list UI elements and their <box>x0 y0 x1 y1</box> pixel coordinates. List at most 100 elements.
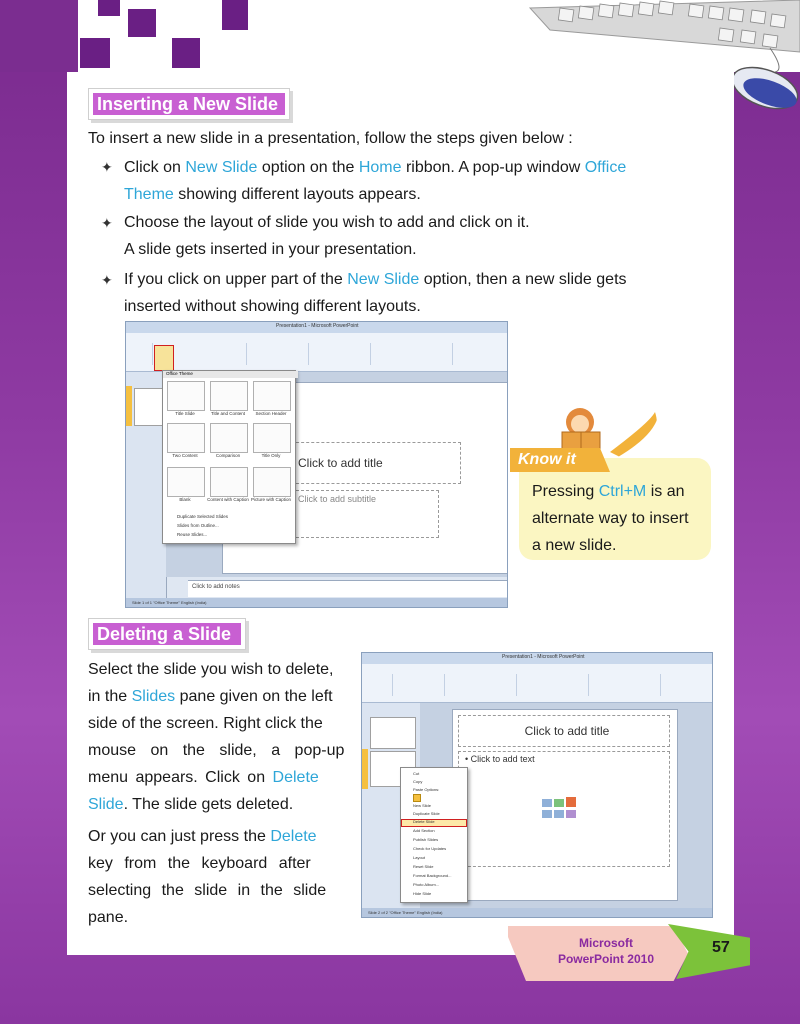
layout-label: Blank <box>179 497 191 502</box>
ctx-paste-options: Paste Options: <box>413 787 440 792</box>
layout-label: Comparison <box>215 453 241 458</box>
delete-para1-l6: Slide. The slide gets deleted. <box>88 796 294 813</box>
layout-label: Content with Caption <box>207 497 249 502</box>
layout-picture-caption[interactable] <box>253 467 291 497</box>
ctx-delete-slide[interactable]: Delete Slide <box>413 819 435 824</box>
layout-section-header[interactable] <box>253 381 291 411</box>
bullet3-line1: If you click on upper part of the New Sl… <box>124 271 627 288</box>
delete-para2-l3: selecting the slide in the slide <box>88 882 327 899</box>
decor-square <box>172 38 200 68</box>
ctx-reset-slide[interactable]: Reset Slide <box>413 864 433 869</box>
layout-label: Title Only <box>261 453 281 458</box>
layout-title-only[interactable] <box>253 423 291 453</box>
font-group <box>248 343 309 365</box>
ctx-duplicate-slide[interactable]: Duplicate Slide <box>413 811 440 816</box>
title-placeholder[interactable]: Click to add title <box>291 442 461 484</box>
decor-square <box>222 0 248 30</box>
section-heading-text: Deleting a Slide <box>93 623 241 645</box>
page-number: 57 <box>712 939 730 956</box>
footer-line2: PowerPoint 2010 <box>557 952 655 966</box>
delete-para1-l2: in the Slides pane given on the left <box>88 688 333 705</box>
delete-para2-l1: Or you can just press the Delete <box>88 828 317 845</box>
menu-item-outline[interactable]: Slides from Outline... <box>177 523 219 528</box>
bullet1-line1: Click on New Slide option on the Home ri… <box>124 159 627 176</box>
ctx-check-updates[interactable]: Check for Updates <box>413 846 446 851</box>
layout-blank[interactable] <box>167 467 205 497</box>
ctx-layout[interactable]: Layout <box>413 855 425 860</box>
layout-label: Two Content <box>172 453 198 458</box>
layout-content-caption[interactable] <box>210 467 248 497</box>
office-theme-popup: Office Theme Title Slide Title and Conte… <box>162 370 298 544</box>
header-purple-block <box>0 0 78 72</box>
status-bar: Slide 1 of 1 "Office Theme" English (Ind… <box>126 598 507 607</box>
slides-pane <box>126 372 167 598</box>
layout-two-content[interactable] <box>167 423 205 453</box>
ribbon <box>362 664 712 703</box>
decor-square <box>128 9 156 37</box>
bullet-icon: ✦ <box>101 215 113 231</box>
ctx-copy[interactable]: Copy <box>413 779 422 784</box>
intro-text: To insert a new slide in a presentation,… <box>88 130 573 147</box>
drawing-group <box>590 674 661 696</box>
slides-group <box>394 674 445 696</box>
layout-label: Picture with Caption <box>250 497 292 502</box>
popup-title: Office Theme <box>163 371 298 378</box>
ctx-publish-slides[interactable]: Publish Slides <box>413 837 438 842</box>
delete-para2-l4: pane. <box>88 909 129 926</box>
delete-para1-l1: Select the slide you wish to delete, <box>88 661 334 678</box>
clipboard-group <box>364 674 393 696</box>
section-heading-text: Inserting a New Slide <box>93 93 285 115</box>
slide-thumbnail-1[interactable] <box>370 717 416 749</box>
decor-square <box>80 38 110 68</box>
clipboard-group <box>128 343 153 365</box>
bullet-icon: ✦ <box>101 159 113 175</box>
paragraph-group <box>310 343 371 365</box>
ctx-hide-slide[interactable]: Hide Slide <box>413 891 431 896</box>
ctx-format-background[interactable]: Format Background... <box>413 873 451 878</box>
font-group <box>446 674 517 696</box>
delete-para1-l4: mouse on the slide, a pop-up <box>88 742 345 759</box>
layout-label: Title Slide <box>175 411 195 416</box>
content-icons <box>542 797 576 818</box>
bullet-icon: ✦ <box>101 272 113 288</box>
paste-icon[interactable] <box>413 794 421 802</box>
menu-item-reuse[interactable]: Reuse Slides... <box>177 532 207 537</box>
layout-label: Section Header <box>255 411 287 416</box>
notes-pane[interactable]: Click to add notes <box>188 580 507 597</box>
bullet2-line1: Choose the layout of slide you wish to a… <box>124 214 530 231</box>
status-bar: Slide 2 of 2 "Office Theme" English (Ind… <box>362 908 712 917</box>
delete-para1-l5: menu appears. Click on Delete <box>88 769 319 786</box>
section-heading-insert: Inserting a New Slide <box>88 88 290 120</box>
ctx-new-slide[interactable]: New Slide <box>413 803 431 808</box>
ctx-photo-album[interactable]: Photo Album... <box>413 882 439 887</box>
title-bar: Presentation1 - Microsoft PowerPoint <box>362 653 712 664</box>
know-it-line2: alternate way to insert <box>532 510 689 527</box>
layout-comparison[interactable] <box>210 423 248 453</box>
bullet1-line2: Theme showing different layouts appears. <box>124 186 421 203</box>
drawing-group <box>372 343 453 365</box>
ctx-cut[interactable]: Cut <box>413 771 419 776</box>
footer-line1: Microsoft <box>579 936 633 950</box>
title-bar: Presentation1 - Microsoft PowerPoint <box>126 322 507 333</box>
menu-item-duplicate[interactable]: Duplicate Selected Slides <box>177 514 228 519</box>
paragraph-group <box>518 674 589 696</box>
context-menu: Cut Copy Paste Options: New Slide Duplic… <box>400 767 468 903</box>
slide-thumbnail[interactable] <box>134 388 164 426</box>
screenshot-new-slide: Presentation1 - Microsoft PowerPoint Hom… <box>125 321 508 608</box>
slides-group <box>176 343 247 365</box>
layout-title-slide[interactable] <box>167 381 205 411</box>
bullet2-line2: A slide gets inserted in your presentati… <box>124 241 417 258</box>
layout-label: Title and Content <box>210 411 246 416</box>
subtitle-placeholder[interactable]: Click to add subtitle <box>291 490 439 538</box>
delete-para2-l2: key from the keyboard after <box>88 855 311 872</box>
ctx-add-section[interactable]: Add Section <box>413 828 435 833</box>
layout-title-content[interactable] <box>210 381 248 411</box>
bullet3-line2: inserted without showing different layou… <box>124 298 421 315</box>
editing-group <box>662 674 710 696</box>
section-heading-delete: Deleting a Slide <box>88 618 246 650</box>
editing-group <box>454 343 504 365</box>
title-placeholder[interactable]: Click to add title <box>458 715 670 747</box>
know-it-tag: Know it <box>510 448 610 472</box>
new-slide-button[interactable] <box>154 345 174 371</box>
know-it-line1: Pressing Ctrl+M is an <box>532 483 685 500</box>
